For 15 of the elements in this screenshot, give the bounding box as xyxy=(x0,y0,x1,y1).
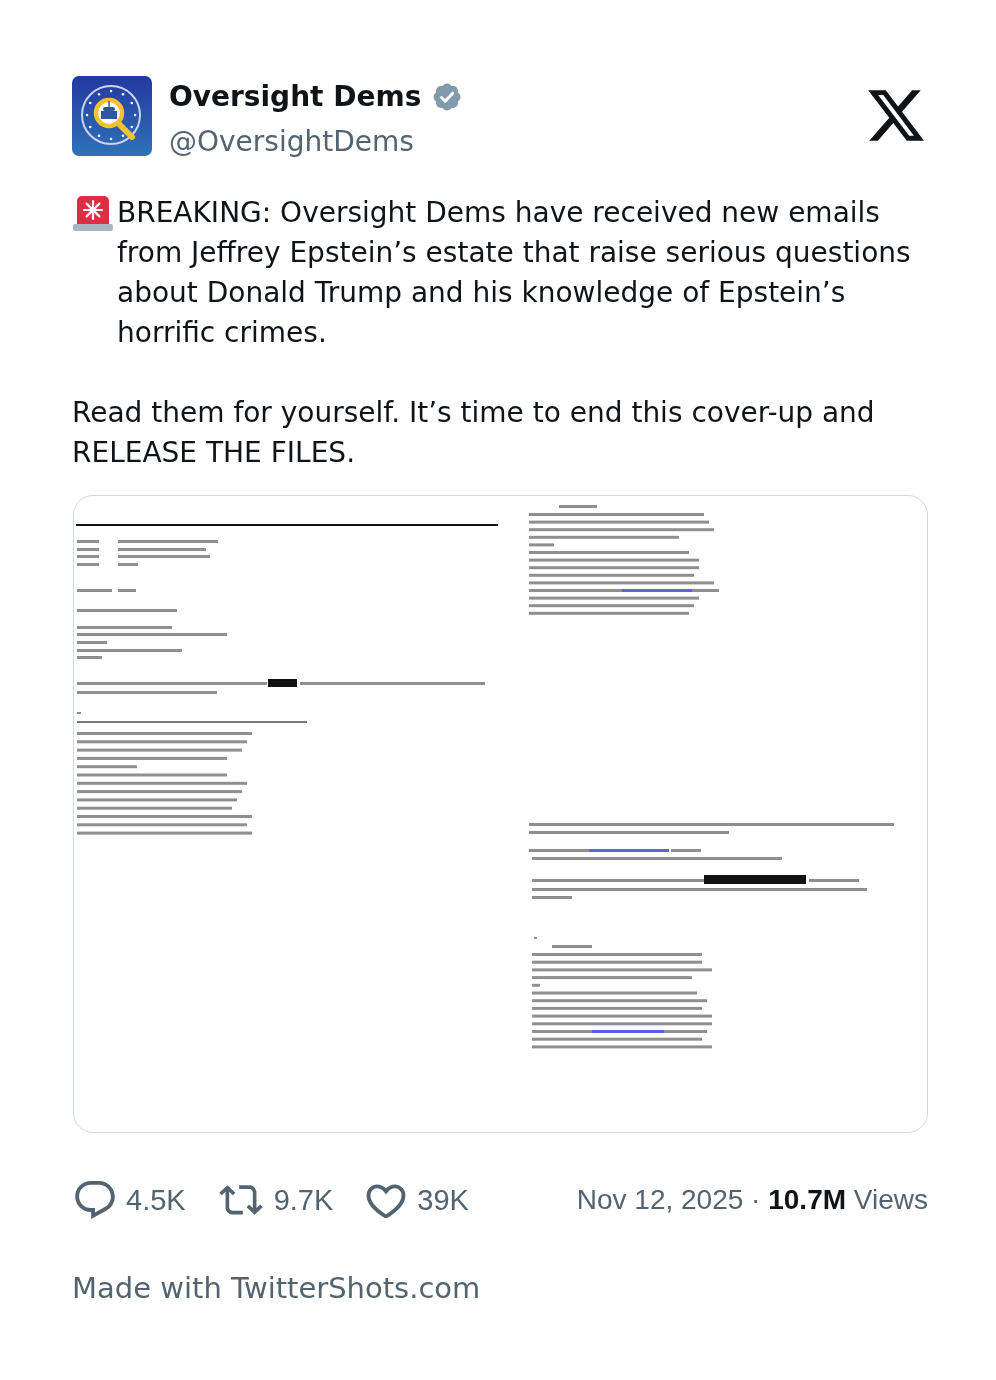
author-name[interactable]: Oversight Dems xyxy=(169,77,422,117)
like-button[interactable]: 39K xyxy=(366,1182,469,1218)
x-logo-icon[interactable] xyxy=(868,90,924,141)
repost-arrows-icon xyxy=(218,1185,263,1215)
magnifier-emblem-icon xyxy=(72,76,152,156)
repost-button[interactable]: 9.7K xyxy=(218,1183,334,1217)
siren-icon xyxy=(73,193,113,231)
author-handle[interactable]: @OversightDems xyxy=(169,122,414,162)
speech-bubble-icon xyxy=(75,1181,115,1219)
post-text: BREAKING: Oversight Dems have received new emails from Jeffrey Epstein’s estate that raise serious questions about Donald Trump and his knowledge of Epstein’s horrific crimes. xyxy=(117,195,912,351)
made-with-credit: Made with TwitterShots.com xyxy=(72,1270,481,1307)
heart-icon xyxy=(366,1182,407,1218)
reply-button[interactable]: 4.5K xyxy=(75,1181,186,1219)
post-date-views: Nov 12, 2025 · 10.7M Views xyxy=(576,1184,928,1216)
post-text: Read them for yourself. It’s time to end this cover-up and RELEASE THE FILES. xyxy=(72,395,876,471)
